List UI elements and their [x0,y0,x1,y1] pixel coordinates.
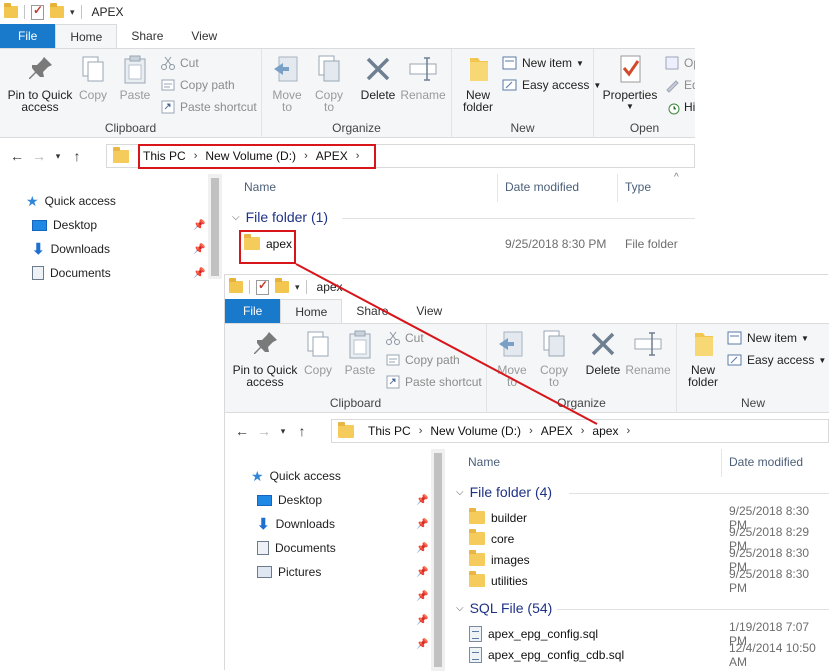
annotation-line [295,263,598,425]
annotation-arrow [295,263,598,425]
